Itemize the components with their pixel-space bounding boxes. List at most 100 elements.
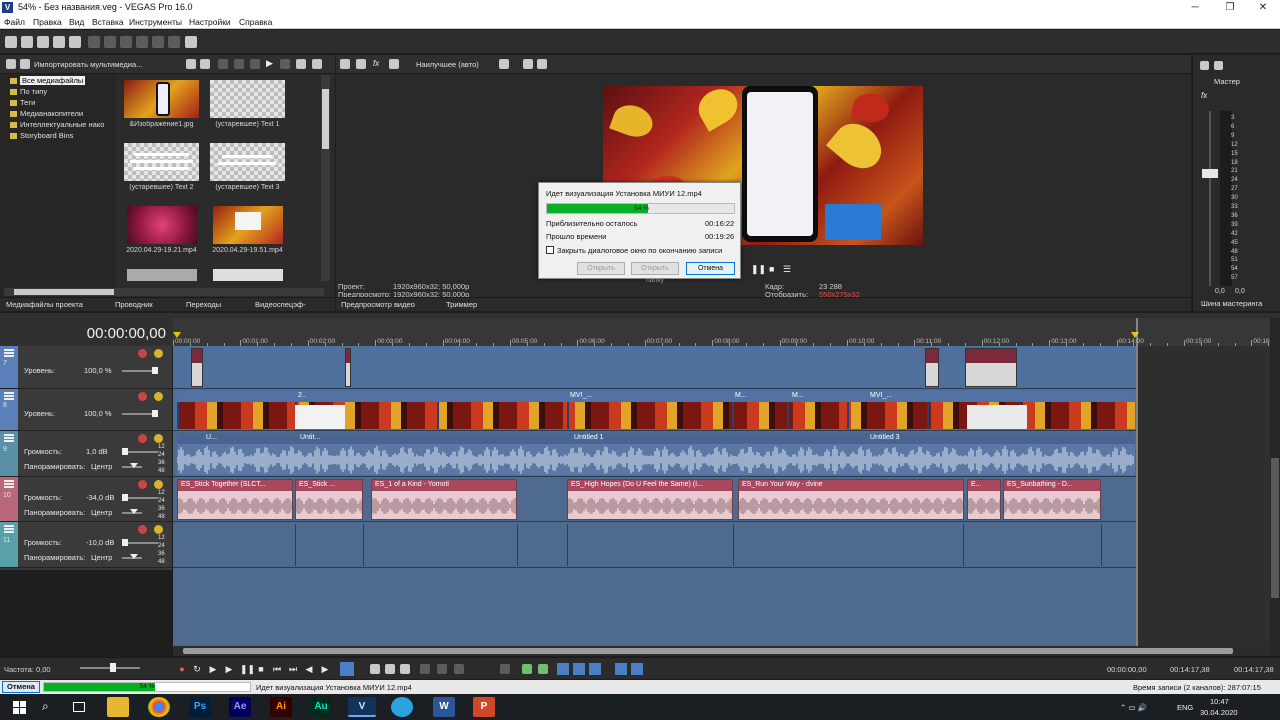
media-thumb-video2[interactable] <box>213 206 283 244</box>
tab-video-fx[interactable]: Видеоспецэф- <box>255 300 306 309</box>
tree-item-all-media[interactable]: Все медиафайлы <box>10 76 86 85</box>
tray-icons[interactable]: ⌃ ▭ 🔊 <box>1120 703 1147 712</box>
preview-properties-icon[interactable] <box>340 59 350 69</box>
music-clip[interactable]: ES_Run Your Way - dvine <box>738 479 964 520</box>
tab-transitions[interactable]: Переходы <box>186 300 221 309</box>
render-icon[interactable] <box>88 36 100 48</box>
history-icon[interactable] <box>168 36 180 48</box>
music-clip[interactable]: ES_High Hopes (Do U Feel the Same) (I... <box>567 479 733 520</box>
clock-date[interactable]: 30.04.2020 <box>1200 708 1238 717</box>
telegram-icon[interactable] <box>391 697 413 717</box>
mute-icon[interactable] <box>138 349 147 358</box>
music-clip[interactable]: ES_Sunbathing - D... <box>1003 479 1101 520</box>
open-folder-button[interactable]: Открыть папку <box>631 262 679 284</box>
redo-icon[interactable] <box>152 36 164 48</box>
playhead-marker[interactable] <box>173 332 181 338</box>
copy-snapshot-icon[interactable] <box>523 59 533 69</box>
up-folder-icon[interactable] <box>6 59 16 69</box>
track-color-grip[interactable] <box>0 346 18 388</box>
play-icon[interactable]: ▶ <box>224 664 234 674</box>
lock-icon[interactable] <box>500 664 510 674</box>
tab-explorer[interactable]: Проводник <box>115 300 153 309</box>
timeline-track-lane[interactable] <box>173 522 1136 568</box>
media-thumb-text3[interactable] <box>210 143 285 181</box>
menu-edit[interactable]: Правка <box>33 17 62 27</box>
ignore-grouping-icon[interactable] <box>631 663 643 675</box>
save-icon[interactable] <box>37 36 49 48</box>
tree-item-tags[interactable]: Теги <box>10 98 35 107</box>
stop-media-icon[interactable] <box>280 59 290 69</box>
preview-device-icon[interactable] <box>356 59 366 69</box>
track-menu-icon[interactable] <box>4 480 14 482</box>
menu-icon[interactable]: ☰ <box>783 264 791 275</box>
word-icon[interactable]: W <box>433 697 455 717</box>
stop-icon[interactable]: ■ <box>256 664 266 674</box>
track-menu-icon[interactable] <box>4 349 14 351</box>
capture-icon[interactable] <box>186 59 196 69</box>
close-button[interactable]: ✕ <box>1246 0 1280 15</box>
track-menu-icon[interactable] <box>4 392 14 394</box>
rate-slider-knob[interactable] <box>110 663 116 672</box>
track-color-grip[interactable] <box>0 477 18 521</box>
lock-envelopes-icon[interactable] <box>615 663 627 675</box>
play-from-start-icon[interactable]: ▶ <box>208 664 218 674</box>
track-color-grip[interactable] <box>0 522 18 567</box>
properties-icon[interactable] <box>69 36 81 48</box>
tree-item-media-bins[interactable]: Медианакопители <box>10 109 83 118</box>
tree-item-smart-bins[interactable]: Интеллектуальные нако <box>10 120 104 129</box>
chrome-icon[interactable] <box>148 697 170 717</box>
menu-insert[interactable]: Вставка <box>92 17 124 27</box>
insert-marker-icon[interactable] <box>522 664 532 674</box>
mixer-dock-icon[interactable] <box>1214 61 1223 70</box>
after-effects-icon[interactable]: Ae <box>229 697 251 717</box>
explorer-icon[interactable] <box>107 697 129 717</box>
undo-icon[interactable] <box>136 36 148 48</box>
new-project-icon[interactable] <box>5 36 17 48</box>
timeline-empty-area[interactable] <box>1136 346 1270 646</box>
preview-quality-dropdown[interactable]: Наилучшее (авто) <box>416 60 479 69</box>
restore-button[interactable]: ❐ <box>1213 0 1247 15</box>
stop-icon[interactable]: ■ <box>769 264 774 274</box>
get-media-icon[interactable] <box>200 59 210 69</box>
preview-fx-icon[interactable]: fx <box>373 59 379 68</box>
video-clip[interactable] <box>345 348 351 387</box>
track-header-7[interactable]: 7 Уровень: 100,0 % <box>0 346 172 389</box>
language-indicator[interactable]: ENG <box>1177 703 1193 712</box>
track-param-knob[interactable] <box>122 448 128 455</box>
track-menu-icon[interactable] <box>4 434 14 436</box>
track-color-grip[interactable] <box>0 431 18 476</box>
solo-icon[interactable] <box>154 349 163 358</box>
insert-region-icon[interactable] <box>538 664 548 674</box>
track-color-grip[interactable] <box>0 389 18 430</box>
media-thumb-image1[interactable] <box>124 80 199 118</box>
go-to-start-icon[interactable]: ⏮ <box>272 664 282 674</box>
selection-tool-icon[interactable] <box>385 664 395 674</box>
record-icon[interactable]: ● <box>177 664 187 674</box>
import-media-dropdown[interactable]: Импортировать мультимедиа... <box>34 60 142 69</box>
media-fx-icon[interactable] <box>234 59 244 69</box>
music-clip[interactable]: ES_1 of a Kind - Yomoti <box>371 479 517 520</box>
overlays-icon[interactable] <box>499 59 509 69</box>
normal-edit-tool-icon[interactable] <box>340 662 354 676</box>
cut-icon[interactable] <box>104 36 116 48</box>
prev-frame-icon[interactable]: ◀ <box>304 664 314 674</box>
open-icon[interactable] <box>21 36 33 48</box>
mute-icon[interactable] <box>138 392 147 401</box>
close-on-finish-checkbox[interactable] <box>546 246 554 254</box>
menu-help[interactable]: Справка <box>239 17 272 27</box>
master-fx-icon[interactable]: fx <box>1201 91 1207 100</box>
timeline-ruler[interactable]: 00:00:00 00:01:00 00:02:00 00:03:00 00:04:00… <box>173 318 1279 346</box>
pause-icon[interactable]: ❚❚ <box>751 264 766 275</box>
audition-icon[interactable]: Au <box>310 697 332 717</box>
music-clip[interactable]: ES_Stick Together (SLCT... <box>177 479 293 520</box>
track-param-knob[interactable] <box>122 539 128 546</box>
track-param-knob[interactable] <box>152 367 158 374</box>
pan-knob[interactable] <box>130 463 138 468</box>
trim-icon[interactable] <box>437 664 447 674</box>
envelope-tool-icon[interactable] <box>370 664 380 674</box>
timeline-hscrollbar[interactable] <box>173 646 1271 656</box>
menu-tools[interactable]: Инструменты <box>129 17 182 27</box>
video-clip[interactable] <box>191 348 203 387</box>
solo-icon[interactable] <box>154 480 163 489</box>
media-thumb-text2[interactable] <box>124 143 199 181</box>
